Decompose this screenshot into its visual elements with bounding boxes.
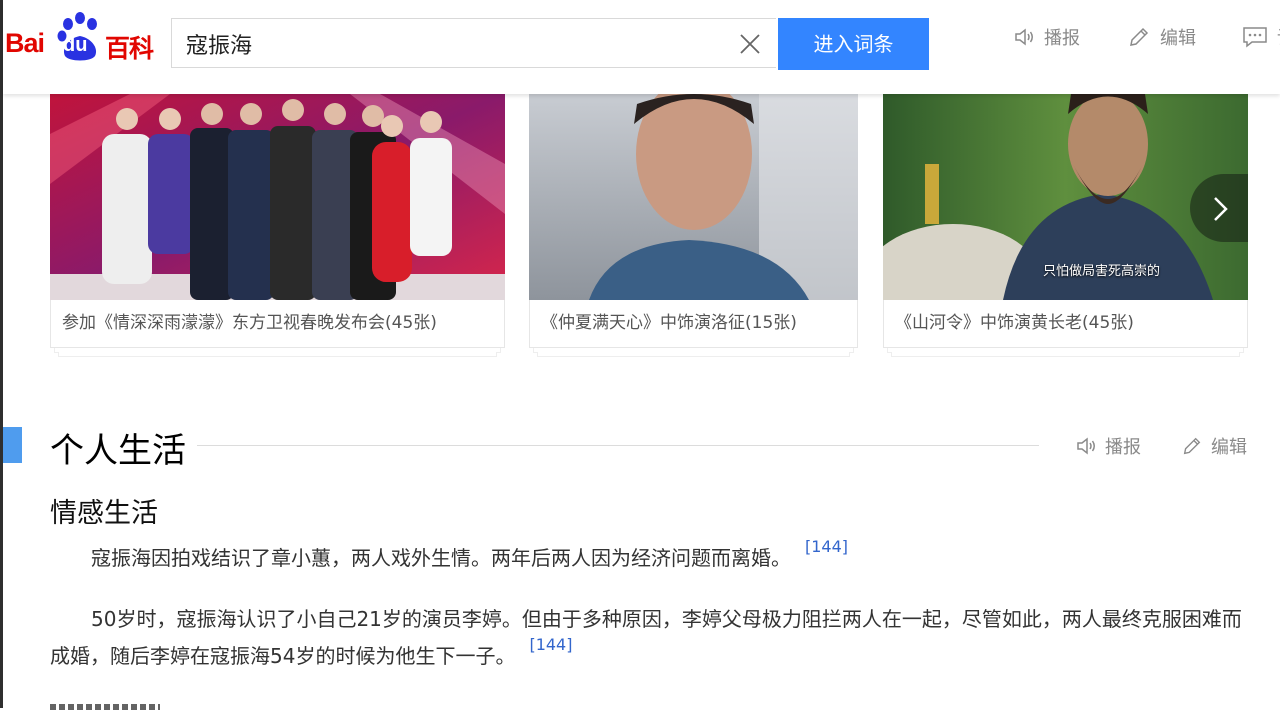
header-discuss-button[interactable]: 讨	[1242, 22, 1280, 52]
header-edit-button[interactable]: 编辑	[1127, 22, 1196, 52]
section-title: 个人生活	[50, 431, 186, 471]
top-header: Bai du 百科 进入词条 播报 编辑	[3, 0, 1280, 94]
enter-entry-button[interactable]: 进入词条	[778, 18, 929, 70]
window-edge	[0, 0, 3, 708]
pencil-icon	[1130, 27, 1149, 46]
next-subsection-title-partial	[50, 700, 160, 710]
section-edit-button[interactable]: 编辑	[1181, 432, 1247, 460]
broadcast-label: 播报	[1105, 437, 1141, 458]
album-photo[interactable]	[50, 94, 505, 300]
edit-label: 编辑	[1211, 437, 1247, 458]
album-stack-shadow	[537, 352, 850, 357]
chevron-right-icon	[1214, 197, 1228, 221]
photo-subtitle-overlay: 只怕做局害死高崇的	[1043, 264, 1161, 279]
search-input[interactable]	[184, 29, 728, 59]
album-photo[interactable]	[529, 94, 858, 300]
subsection-title: 情感生活	[50, 498, 158, 529]
album-count: (45张)	[385, 313, 437, 333]
clear-icon[interactable]	[738, 32, 762, 56]
album-stack-shadow	[891, 352, 1240, 357]
logo-bai-text: Bai	[5, 28, 45, 58]
paragraph-text: 寇振海因拍戏结识了章小蕙，两人戏外生情。两年后两人因为经济问题而离婚。	[91, 546, 791, 570]
album-count: (15张)	[745, 313, 797, 333]
pencil-icon	[1183, 437, 1201, 455]
album-stack-shadow	[58, 352, 497, 357]
paragraph: 寇振海因拍戏结识了章小蕙，两人戏外生情。两年后两人因为经济问题而离婚。 [144]	[50, 537, 1250, 577]
speaker-icon	[1015, 28, 1033, 46]
paragraph: 50岁时，寇振海认识了小自己21岁的演员李婷。但由于多种原因，李婷父母极力阻拦两…	[50, 601, 1250, 675]
press-event-photo	[50, 94, 505, 300]
album-caption-text: 参加《情深深雨濛濛》东方卫视春晚发布会	[62, 313, 385, 333]
speaker-icon	[1077, 437, 1095, 455]
section-divider	[197, 445, 1039, 446]
edit-label: 编辑	[1160, 28, 1196, 49]
header-broadcast-button[interactable]: 播报	[1013, 22, 1080, 52]
paragraph-text: 50岁时，寇振海认识了小自己21岁的演员李婷。但由于多种原因，李婷父母极力阻拦两…	[50, 607, 1242, 668]
reference-link[interactable]: [144]	[805, 537, 848, 556]
album-caption-text: 《仲夏满天心》中饰演洛征	[541, 313, 745, 333]
portrait-photo	[529, 94, 858, 300]
logo-du-text: du	[63, 34, 88, 56]
search-box	[171, 18, 776, 68]
section-marker	[3, 427, 22, 463]
broadcast-label: 播报	[1044, 28, 1080, 49]
section-broadcast-button[interactable]: 播报	[1075, 432, 1141, 460]
reference-link[interactable]: [144]	[529, 635, 572, 654]
album-caption-text: 《山河令》中饰演黄长老	[895, 313, 1082, 333]
album-caption[interactable]: 参加《情深深雨濛濛》东方卫视春晚发布会(45张)	[50, 300, 505, 348]
comment-icon	[1243, 27, 1267, 48]
album-caption[interactable]: 《仲夏满天心》中饰演洛征(15张)	[529, 300, 858, 348]
album-count: (45张)	[1082, 313, 1134, 333]
logo-baike-text: 百科	[105, 34, 154, 63]
baidu-baike-logo[interactable]: Bai du 百科	[5, 12, 165, 64]
album-caption[interactable]: 《山河令》中饰演黄长老(45张)	[883, 300, 1248, 348]
